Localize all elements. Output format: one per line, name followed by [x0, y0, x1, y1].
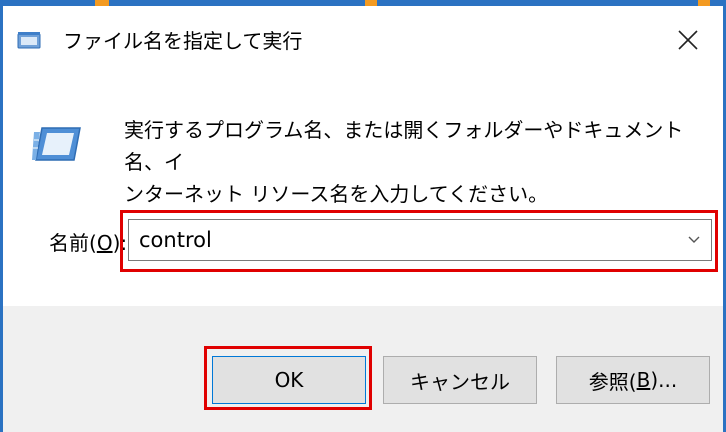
- command-combobox[interactable]: control: [128, 219, 712, 261]
- browse-label-hotkey: B: [636, 368, 651, 392]
- command-input[interactable]: control: [139, 227, 212, 253]
- instruction-text: 実行するプログラム名、または開くフォルダーやドキュメント名、イ ンターネット リ…: [124, 114, 704, 210]
- cancel-button-label: キャンセル: [410, 369, 510, 394]
- ok-button[interactable]: OK: [212, 356, 366, 404]
- instruction-line-2: ンターネット リソース名を入力してください。: [124, 182, 549, 206]
- title-bar[interactable]: ファイル名を指定して実行: [3, 6, 723, 76]
- close-button[interactable]: [653, 6, 723, 76]
- browse-label-suffix: )...: [650, 368, 678, 392]
- name-label-hotkey: O: [96, 231, 113, 255]
- dialog-body: 実行するプログラム名、または開くフォルダーやドキュメント名、イ ンターネット リ…: [3, 76, 723, 306]
- name-label-prefix: 名前(: [49, 231, 97, 255]
- close-icon: [678, 30, 698, 50]
- run-dialog-icon: [32, 120, 82, 166]
- ok-button-label: OK: [274, 368, 304, 392]
- cancel-button[interactable]: キャンセル: [383, 356, 537, 404]
- instruction-line-1: 実行するプログラム名、または開くフォルダーやドキュメント名、イ: [124, 118, 684, 174]
- run-dialog-small-icon: [17, 30, 41, 50]
- browse-label-prefix: 参照(: [588, 369, 637, 394]
- browse-button[interactable]: 参照(B)...: [556, 356, 710, 404]
- window-title: ファイル名を指定して実行: [63, 29, 303, 53]
- chevron-down-icon[interactable]: [687, 234, 701, 246]
- name-label: 名前(O):: [49, 230, 127, 256]
